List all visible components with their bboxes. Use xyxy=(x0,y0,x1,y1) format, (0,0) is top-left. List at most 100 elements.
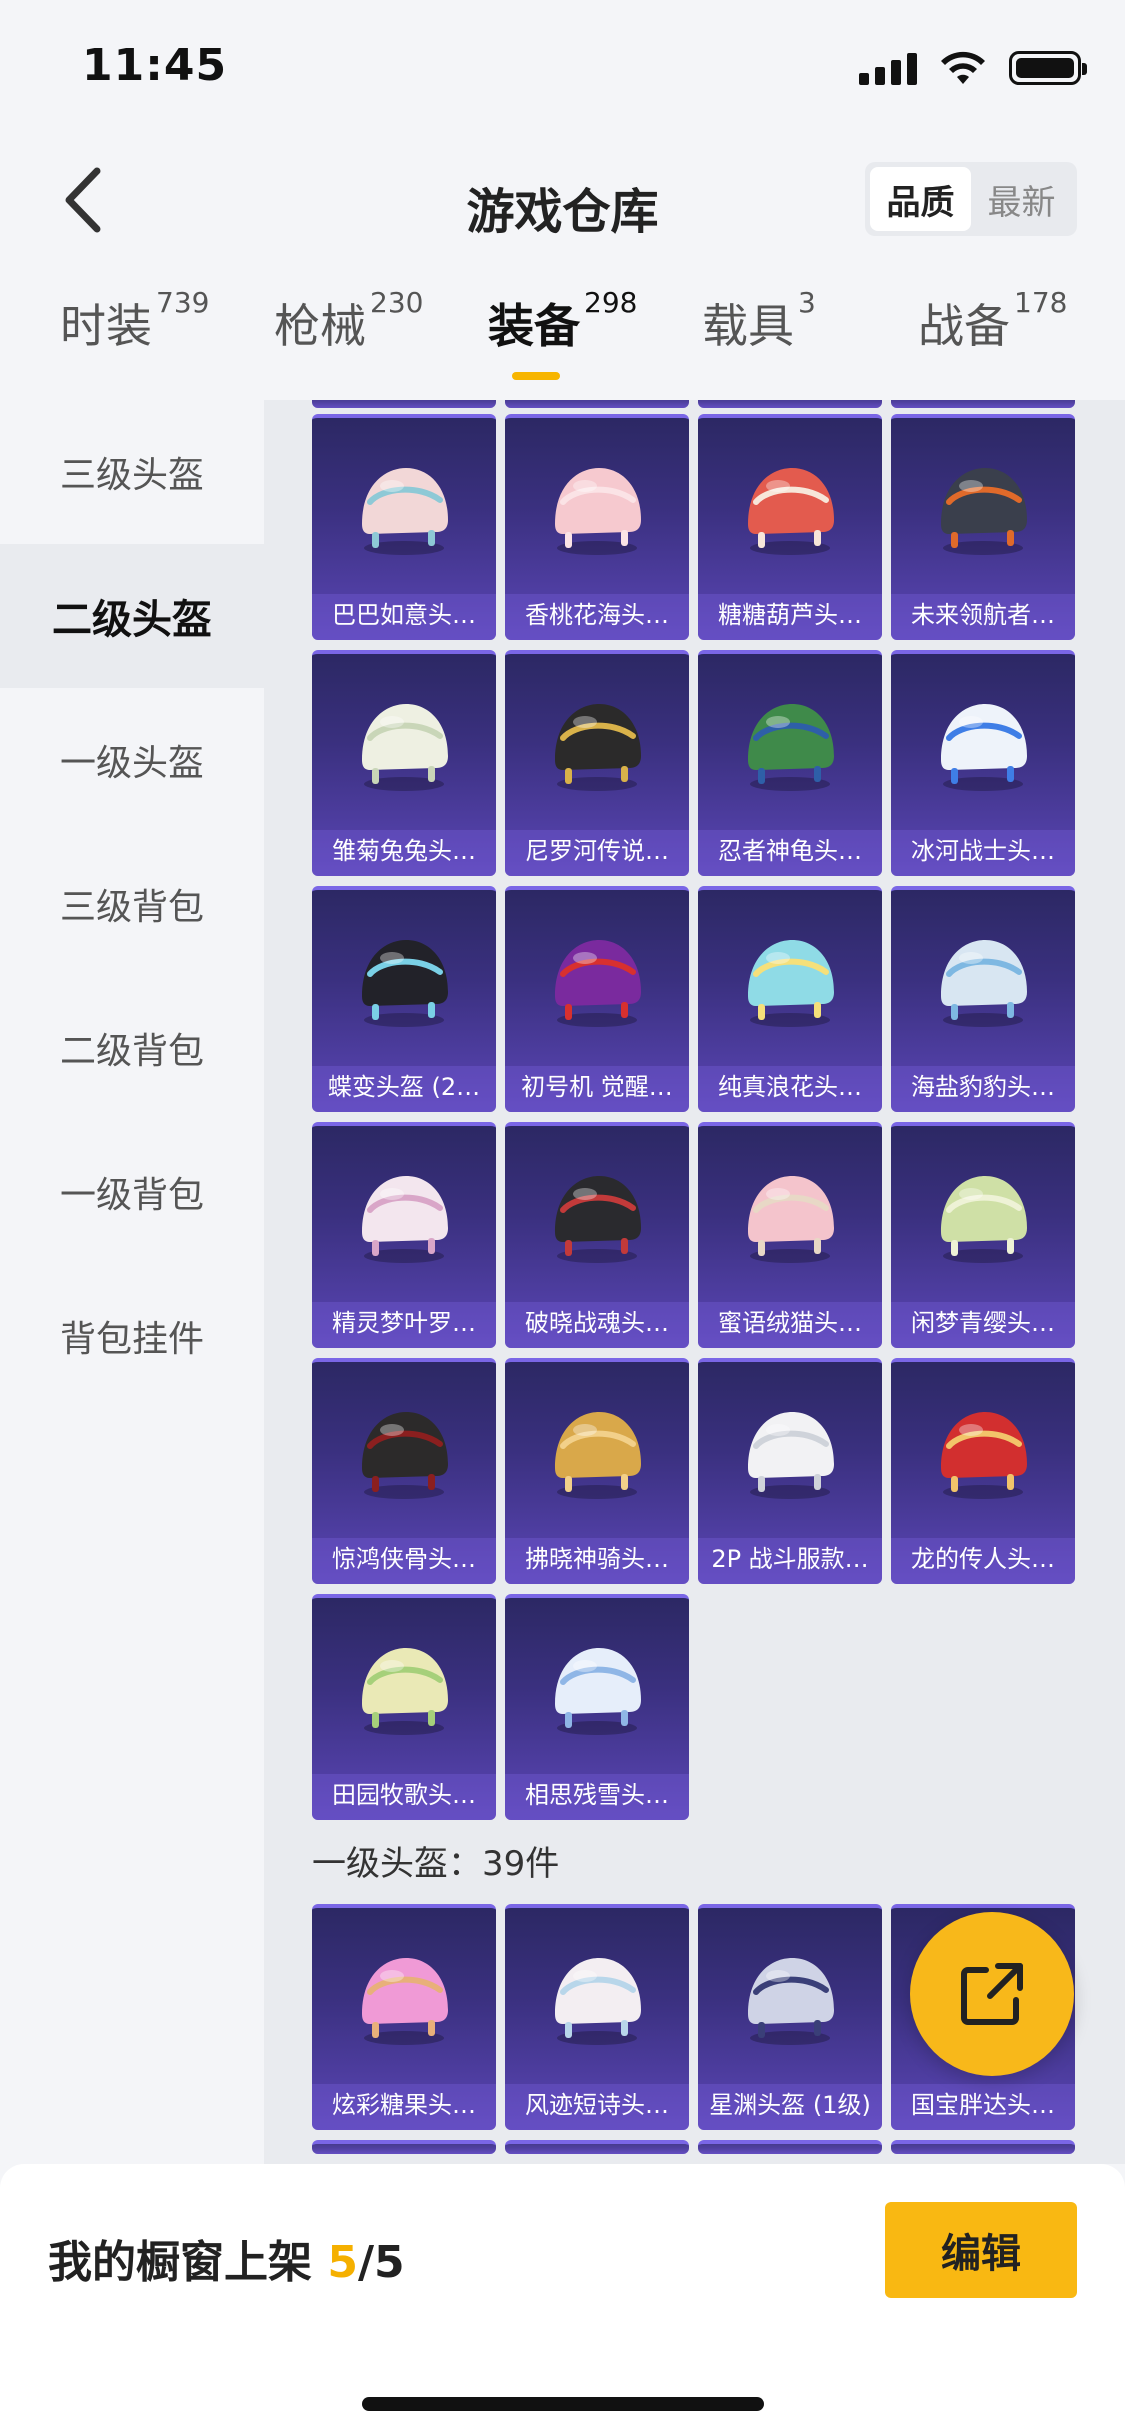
item-name: 尼罗河传说… xyxy=(525,837,669,865)
helmet-icon xyxy=(555,1958,641,2045)
item-card[interactable]: 忍者神龟头… xyxy=(698,650,882,876)
helmet-icon xyxy=(941,468,1027,555)
item-card[interactable]: 精灵梦叶罗… xyxy=(312,1122,496,1348)
tab-equipment[interactable]: 装备 298 xyxy=(488,286,637,390)
tab-fashion[interactable]: 时装 739 xyxy=(60,286,209,390)
helmet-icon xyxy=(748,940,834,1027)
item-card[interactable]: 蜜语绒猫头… xyxy=(698,1122,882,1348)
helmet-icon xyxy=(748,1176,834,1263)
item-card[interactable]: 风迹短诗头… xyxy=(505,1904,689,2130)
item-card[interactable]: 雏菊兔兔头… xyxy=(312,650,496,876)
item-card[interactable]: 2P 战斗服款… xyxy=(698,1358,882,1584)
home-indicator xyxy=(362,2397,764,2411)
showcase-label: 我的橱窗上架 xyxy=(48,2237,328,2288)
sidebar-item-backpack-charm[interactable]: 背包挂件 xyxy=(0,1264,264,1408)
item-card[interactable]: 破晓战魂头… xyxy=(505,1122,689,1348)
helmet-icon xyxy=(941,704,1027,791)
item-card[interactable]: 惊鸿侠骨头… xyxy=(312,1358,496,1584)
category-tabs: 时装 739 枪械 230 装备 298 载具 3 战备 178 xyxy=(0,286,1125,400)
item-content[interactable]: 巴巴如意头… 香桃花海头… 糖糖葫芦头… 未来领航者… 雏菊兔兔头… 尼罗河传说… 忍者神龟… xyxy=(264,400,1125,2164)
chevron-left-icon xyxy=(65,167,101,233)
cellular-signal-icon xyxy=(859,51,917,85)
helmet-icon xyxy=(362,1648,448,1735)
item-card[interactable]: 炫彩糖果头… xyxy=(312,1904,496,2130)
item-name: 拂晓神骑头… xyxy=(525,1545,669,1573)
helmet-icon xyxy=(362,468,448,555)
item-name: 未来领航者… xyxy=(911,601,1055,629)
helmet-icon xyxy=(555,1648,641,1735)
status-bar: 11:45 xyxy=(0,0,1125,135)
showcase-bar: 我的橱窗上架 5/5 编辑 xyxy=(0,2164,1125,2436)
tab-weapons[interactable]: 枪械 230 xyxy=(274,286,423,390)
item-name: 星渊头盔 (1级) xyxy=(709,2091,871,2119)
tab-count: 298 xyxy=(584,286,638,319)
item-card[interactable]: 糖糖葫芦头… xyxy=(698,414,882,640)
status-time: 11:45 xyxy=(82,40,228,91)
item-card-partial xyxy=(505,2140,689,2154)
item-name: 蜜语绒猫头… xyxy=(718,1309,862,1337)
helmet-icon xyxy=(555,1412,641,1499)
item-name: 炫彩糖果头… xyxy=(332,2091,476,2119)
item-card[interactable]: 冰河战士头… xyxy=(891,650,1075,876)
battery-icon xyxy=(1009,51,1087,85)
sort-option-newest[interactable]: 最新 xyxy=(971,167,1072,231)
item-card[interactable]: 初号机 觉醒… xyxy=(505,886,689,1112)
level2-helmet-grid: 巴巴如意头… 香桃花海头… 糖糖葫芦头… 未来领航者… 雏菊兔兔头… 尼罗河传说… 忍者神龟… xyxy=(312,414,1075,1820)
helmet-icon xyxy=(362,1412,448,1499)
item-card[interactable]: 未来领航者… xyxy=(891,414,1075,640)
item-name: 相思残雪头… xyxy=(525,1781,669,1809)
item-card-partial xyxy=(891,2140,1075,2154)
helmet-icon xyxy=(748,1958,834,2045)
item-card[interactable]: 香桃花海头… xyxy=(505,414,689,640)
item-name: 巴巴如意头… xyxy=(332,601,476,629)
item-card[interactable]: 纯真浪花头… xyxy=(698,886,882,1112)
sidebar: 三级头盔 二级头盔 一级头盔 三级背包 二级背包 一级背包 背包挂件 xyxy=(0,400,264,2164)
item-card[interactable]: 星渊头盔 (1级) xyxy=(698,1904,882,2130)
item-card[interactable]: 相思残雪头… xyxy=(505,1594,689,1820)
helmet-icon xyxy=(555,468,641,555)
sort-toggle: 品质 最新 xyxy=(865,162,1077,236)
item-card-partial xyxy=(312,2140,496,2154)
tab-label: 战备 xyxy=(918,299,1010,353)
edit-button[interactable]: 编辑 xyxy=(885,2202,1077,2298)
item-card[interactable]: 田园牧歌头… xyxy=(312,1594,496,1820)
sidebar-item-level3-helmet[interactable]: 三级头盔 xyxy=(0,400,264,544)
item-name: 蝶变头盔 (2… xyxy=(327,1073,481,1101)
sidebar-item-level2-helmet[interactable]: 二级头盔 xyxy=(0,544,264,688)
item-name: 初号机 觉醒… xyxy=(521,1073,673,1101)
tab-vehicles[interactable]: 载具 3 xyxy=(702,286,816,390)
item-card[interactable]: 海盐豹豹头… xyxy=(891,886,1075,1112)
item-name: 风迹短诗头… xyxy=(525,2091,669,2119)
share-button[interactable] xyxy=(910,1912,1074,2076)
item-name: 国宝胖达头… xyxy=(911,2091,1055,2119)
item-name: 精灵梦叶罗… xyxy=(332,1309,476,1337)
item-card[interactable]: 巴巴如意头… xyxy=(312,414,496,640)
tab-count: 230 xyxy=(370,286,424,319)
helmet-icon xyxy=(555,1176,641,1263)
helmet-icon xyxy=(362,1176,448,1263)
item-name: 糖糖葫芦头… xyxy=(718,601,862,629)
sidebar-item-level3-backpack[interactable]: 三级背包 xyxy=(0,832,264,976)
item-card[interactable]: 闲梦青缨头… xyxy=(891,1122,1075,1348)
back-button[interactable] xyxy=(48,162,118,238)
item-name: 海盐豹豹头… xyxy=(911,1073,1055,1101)
showcase-total: /5 xyxy=(357,2237,405,2288)
helmet-icon xyxy=(748,704,834,791)
item-card[interactable]: 尼罗河传说… xyxy=(505,650,689,876)
sidebar-item-level1-helmet[interactable]: 一级头盔 xyxy=(0,688,264,832)
sidebar-item-level1-backpack[interactable]: 一级背包 xyxy=(0,1120,264,1264)
sort-option-quality[interactable]: 品质 xyxy=(870,167,971,231)
item-card[interactable]: 拂晓神骑头… xyxy=(505,1358,689,1584)
item-name: 田园牧歌头… xyxy=(332,1781,476,1809)
item-name: 忍者神龟头… xyxy=(718,837,862,865)
item-card-partial xyxy=(505,400,689,408)
showcase-status: 我的橱窗上架 5/5 xyxy=(48,2226,405,2290)
tab-supplies[interactable]: 战备 178 xyxy=(918,286,1067,390)
item-card[interactable]: 蝶变头盔 (2… xyxy=(312,886,496,1112)
active-tab-indicator xyxy=(512,372,560,380)
item-card[interactable]: 龙的传人头… xyxy=(891,1358,1075,1584)
item-card-partial xyxy=(312,400,496,408)
sidebar-item-level2-backpack[interactable]: 二级背包 xyxy=(0,976,264,1120)
helmet-icon xyxy=(941,940,1027,1027)
helmet-icon xyxy=(362,940,448,1027)
